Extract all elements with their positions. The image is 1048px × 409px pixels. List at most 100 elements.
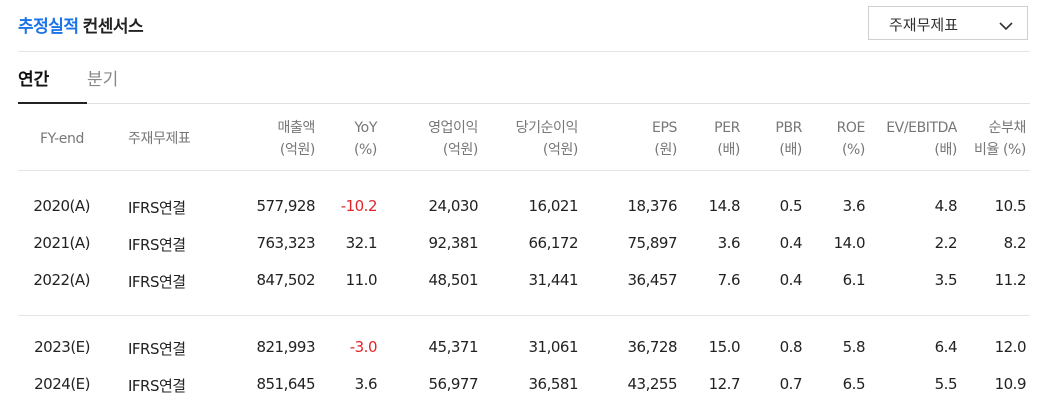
- column-header-unit: (억원): [279, 142, 315, 158]
- table-cell-eps: 75,897: [627, 234, 678, 252]
- column-header: 주재무제표: [128, 128, 191, 150]
- table-cell-eps: 36,728: [627, 338, 678, 356]
- column-header-unit: (%): [841, 142, 865, 158]
- table-cell-net: 36,581: [528, 375, 579, 393]
- table-cell-op: 56,977: [428, 375, 479, 393]
- table-cell-ev: 5.5: [934, 375, 958, 393]
- table-cell-ev: 2.2: [934, 234, 958, 252]
- column-header-label: ROE: [836, 120, 866, 136]
- table-cell-eps: 36,457: [627, 271, 678, 289]
- header-divider: [18, 51, 1030, 52]
- table-cell-roe: 6.5: [842, 375, 866, 393]
- chevron-down-icon: [999, 17, 1013, 35]
- table-cell-basis: IFRS연결: [128, 199, 186, 217]
- column-header-unit: (배): [779, 142, 802, 158]
- column-header-label: PBR: [775, 120, 802, 136]
- table-cell-sales: 763,323: [256, 234, 315, 252]
- table-cell-basis: IFRS연결: [128, 236, 186, 254]
- table-cell-ev: 3.5: [934, 271, 958, 289]
- column-header: 당기순이익 (억원): [515, 117, 579, 161]
- column-header-label: 순부채: [988, 120, 1027, 136]
- table-cell-debt: 8.2: [1003, 234, 1027, 252]
- tab-annual[interactable]: 연간: [18, 65, 49, 90]
- estimate-divider: [18, 315, 1030, 316]
- table-cell-net: 66,172: [528, 234, 579, 252]
- column-header-unit: (배): [934, 142, 957, 158]
- column-header: 순부채비율 (%): [974, 117, 1026, 161]
- table-cell-sales: 851,645: [256, 375, 315, 393]
- statement-type-dropdown[interactable]: 주재무제표: [868, 6, 1028, 40]
- column-header-label: 영업이익: [428, 120, 478, 136]
- table-cell-pbr: 0.4: [779, 234, 803, 252]
- table-cell-op: 48,501: [428, 271, 479, 289]
- column-header: FY-end: [40, 128, 84, 150]
- column-header: EV/EBITDA (배): [886, 117, 957, 161]
- column-header-label: PER: [714, 120, 740, 136]
- table-cell-pbr: 0.7: [779, 375, 803, 393]
- table-cell-fy: 2024(E): [34, 375, 90, 393]
- column-header: EPS (원): [652, 117, 677, 161]
- column-header-label: 주재무제표: [128, 131, 191, 147]
- table-cell-ev: 4.8: [934, 197, 958, 215]
- table-cell-fy: 2021(A): [33, 234, 90, 252]
- table-cell-roe: 3.6: [842, 197, 866, 215]
- column-header-label: 당기순이익: [515, 120, 579, 136]
- table-cell-per: 7.6: [717, 271, 741, 289]
- column-header-label: FY-end: [40, 131, 84, 147]
- title-rest: 컨센서스: [82, 17, 144, 37]
- title-accent: 추정실적: [18, 17, 79, 37]
- column-header-unit: (억원): [542, 142, 578, 158]
- column-header-unit: (배): [717, 142, 740, 158]
- column-header: 영업이익 (억원): [428, 117, 478, 161]
- column-header-label: YoY: [354, 120, 377, 136]
- table-cell-op: 24,030: [428, 197, 479, 215]
- table-cell-pbr: 0.8: [779, 338, 803, 356]
- table-cell-fy: 2022(A): [33, 271, 90, 289]
- table-cell-sales: 821,993: [256, 338, 315, 356]
- tab-quarterly[interactable]: 분기: [87, 65, 118, 90]
- table-cell-roe: 14.0: [833, 234, 866, 252]
- column-header: ROE (%): [836, 117, 866, 161]
- column-header-unit: 비율 (%): [973, 142, 1026, 158]
- table-cell-pbr: 0.4: [779, 271, 803, 289]
- column-header: PER (배): [714, 117, 740, 161]
- table-cell-yoy: 3.6: [354, 375, 378, 393]
- column-header-label: 매출액: [277, 120, 316, 136]
- table-cell-eps: 18,376: [627, 197, 678, 215]
- table-cell-roe: 5.8: [842, 338, 866, 356]
- header-row-divider: [18, 170, 1030, 171]
- column-header-unit: (%): [353, 142, 377, 158]
- active-tab-indicator: [18, 102, 87, 104]
- table-cell-basis: IFRS연결: [128, 340, 186, 358]
- table-cell-yoy: 32.1: [345, 234, 378, 252]
- column-header-label: EPS: [652, 120, 677, 136]
- table-cell-pbr: 0.5: [779, 197, 803, 215]
- table-cell-fy: 2020(A): [33, 197, 90, 215]
- table-cell-debt: 10.5: [994, 197, 1027, 215]
- table-cell-per: 3.6: [717, 234, 741, 252]
- tab-divider: [87, 103, 1030, 104]
- table-cell-per: 15.0: [708, 338, 741, 356]
- table-cell-per: 12.7: [708, 375, 741, 393]
- table-cell-debt: 11.2: [994, 271, 1027, 289]
- column-header: PBR (배): [775, 117, 802, 161]
- table-cell-yoy: 11.0: [345, 271, 378, 289]
- table-cell-eps: 43,255: [627, 375, 678, 393]
- table-cell-debt: 12.0: [994, 338, 1027, 356]
- table-cell-yoy: -10.2: [340, 197, 378, 215]
- table-cell-net: 31,441: [528, 271, 579, 289]
- table-cell-op: 45,371: [428, 338, 479, 356]
- table-cell-basis: IFRS연결: [128, 273, 186, 291]
- table-cell-sales: 847,502: [256, 271, 315, 289]
- column-header: 매출액 (억원): [277, 117, 316, 161]
- column-header-label: EV/EBITDA: [886, 120, 957, 136]
- table-cell-sales: 577,928: [256, 197, 315, 215]
- column-header-unit: (억원): [442, 142, 478, 158]
- table-cell-roe: 6.1: [842, 271, 866, 289]
- table-cell-per: 14.8: [708, 197, 741, 215]
- table-cell-net: 16,021: [528, 197, 579, 215]
- table-cell-ev: 6.4: [934, 338, 958, 356]
- table-cell-yoy: -3.0: [349, 338, 378, 356]
- section-title: 추정실적 컨센서스: [18, 12, 144, 37]
- column-header-unit: (원): [654, 142, 677, 158]
